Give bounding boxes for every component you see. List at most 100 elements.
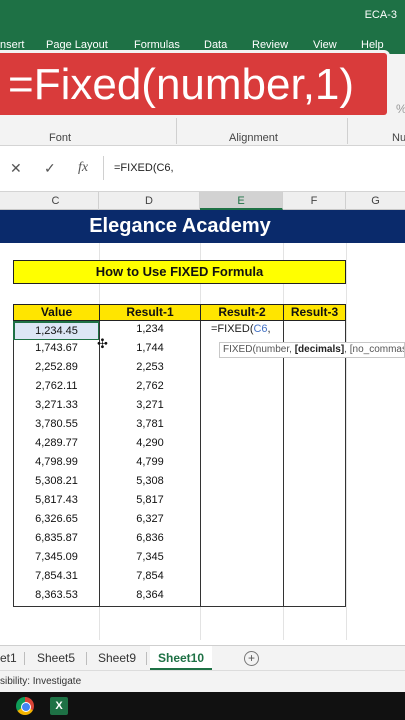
result-1-cell[interactable]: 2,253: [99, 359, 201, 379]
sheet-tab-sheet5[interactable]: Sheet5: [33, 646, 79, 670]
result-3-cell[interactable]: [283, 454, 346, 474]
result-2-cell[interactable]: [200, 435, 284, 455]
value-cell[interactable]: 1,743.67: [13, 340, 100, 360]
value-cell[interactable]: 2,252.89: [13, 359, 100, 379]
header-result-1[interactable]: Result-1: [99, 304, 201, 321]
result-2-cell[interactable]: [200, 473, 284, 493]
result-2-cell[interactable]: [200, 454, 284, 474]
result-3-cell[interactable]: [283, 530, 346, 550]
academy-title: Elegance Academy: [89, 215, 271, 237]
excel-window: ECA-3 nsert Page Layout Formulas Data Re…: [0, 0, 405, 720]
result-3-cell[interactable]: [283, 473, 346, 493]
result-3-cell[interactable]: [283, 378, 346, 398]
insert-function-icon[interactable]: fx: [78, 160, 88, 176]
result-1-cell[interactable]: 6,836: [99, 530, 201, 550]
result-2-cell[interactable]: [200, 568, 284, 588]
column-header-f[interactable]: F: [283, 192, 346, 210]
result-1-cell[interactable]: 7,854: [99, 568, 201, 588]
result-3-cell[interactable]: [283, 435, 346, 455]
result-1-cell[interactable]: 6,327: [99, 511, 201, 531]
column-header-d[interactable]: D: [99, 192, 200, 210]
result-1-cell[interactable]: 1,234: [99, 321, 201, 341]
result-2-cell[interactable]: [200, 530, 284, 550]
column-header-c[interactable]: C: [13, 192, 99, 210]
result-1-cell[interactable]: 2,762: [99, 378, 201, 398]
value-cell[interactable]: 5,308.21: [13, 473, 100, 493]
sheet-subtitle[interactable]: How to Use FIXED Formula: [13, 260, 346, 284]
value-cell[interactable]: 1,234.45: [13, 321, 100, 341]
result-1-cell[interactable]: 3,271: [99, 397, 201, 417]
accessibility-status[interactable]: sibility: Investigate: [0, 676, 81, 687]
result-3-cell[interactable]: [283, 397, 346, 417]
cancel-icon[interactable]: ✕: [10, 160, 22, 177]
sheet-tab-sheet9[interactable]: Sheet9: [94, 646, 140, 670]
value-cell[interactable]: 3,271.33: [13, 397, 100, 417]
value-cell[interactable]: 7,345.09: [13, 549, 100, 569]
value-cell[interactable]: 6,835.87: [13, 530, 100, 550]
result-3-cell[interactable]: [283, 416, 346, 436]
result-2-cell[interactable]: [200, 416, 284, 436]
result-2-cell[interactable]: [200, 378, 284, 398]
tooltip-current-arg: [decimals]: [294, 344, 345, 355]
result-2-cell[interactable]: [200, 359, 284, 379]
result-3-cell[interactable]: [283, 359, 346, 379]
enter-icon[interactable]: ✓: [44, 160, 56, 177]
value-cell[interactable]: 2,762.11: [13, 378, 100, 398]
value-cell[interactable]: 4,798.99: [13, 454, 100, 474]
result-3-cell[interactable]: [283, 511, 346, 531]
chrome-icon[interactable]: [16, 697, 34, 715]
result-2-cell[interactable]: [200, 587, 284, 607]
result-3-cell[interactable]: [283, 492, 346, 512]
sheet-tab-sheet10[interactable]: Sheet10: [150, 646, 212, 670]
result-2-cell[interactable]: [200, 492, 284, 512]
result-1-cell[interactable]: 4,799: [99, 454, 201, 474]
cursor-icon: ✣: [97, 336, 108, 351]
excel-icon[interactable]: X: [50, 697, 68, 715]
value-cell[interactable]: 3,780.55: [13, 416, 100, 436]
result-1-cell[interactable]: 7,345: [99, 549, 201, 569]
edit-prefix: =FIXED(: [211, 323, 254, 335]
taskbar: X: [0, 692, 405, 720]
title-bar: ECA-3: [0, 0, 405, 32]
value-cell[interactable]: 6,326.65: [13, 511, 100, 531]
value-cell[interactable]: 8,363.53: [13, 587, 100, 607]
tab-separator: [86, 652, 87, 665]
value-cell[interactable]: 7,854.31: [13, 568, 100, 588]
formula-input[interactable]: =FIXED(C6,: [114, 162, 174, 174]
status-bar: sibility: Investigate: [0, 670, 405, 692]
header-result-3[interactable]: Result-3: [283, 304, 346, 321]
result-1-cell[interactable]: 4,290: [99, 435, 201, 455]
tooltip-function: FIXED(number,: [223, 344, 295, 355]
tab-separator: [24, 652, 25, 665]
result-3-cell[interactable]: [283, 568, 346, 588]
academy-title-bar: Elegance Academy: [0, 210, 405, 243]
formula-banner: =Fixed(number,1): [0, 50, 390, 118]
result-2-cell[interactable]: [200, 549, 284, 569]
banner-text: =Fixed(number,1): [8, 60, 355, 109]
ribbon-group-number: Nu: [392, 132, 405, 144]
sheet-tab-bar: et1 Sheet5 Sheet9 Sheet10 +: [0, 645, 405, 670]
result-1-cell[interactable]: 3,781: [99, 416, 201, 436]
header-value[interactable]: Value: [13, 304, 100, 321]
value-cell[interactable]: 4,289.77: [13, 435, 100, 455]
column-header-e[interactable]: E: [200, 192, 283, 210]
edit-cell-ref: C6: [253, 323, 268, 335]
result-1-cell[interactable]: 5,817: [99, 492, 201, 512]
ribbon-separator: [176, 114, 177, 144]
result-2-cell[interactable]: [200, 511, 284, 531]
add-sheet-icon[interactable]: +: [244, 651, 259, 666]
formula-bar: ✕ ✓ fx =FIXED(C6,: [0, 146, 405, 192]
result-3-cell[interactable]: [283, 587, 346, 607]
result-1-cell[interactable]: 5,308: [99, 473, 201, 493]
result-2-cell[interactable]: [200, 397, 284, 417]
result-1-cell[interactable]: 1,744: [99, 340, 201, 360]
column-header-g[interactable]: G: [346, 192, 405, 210]
result-3-cell[interactable]: [283, 321, 346, 341]
result-3-cell[interactable]: [283, 549, 346, 569]
value-cell[interactable]: 5,817.43: [13, 492, 100, 512]
result-2-editing-cell[interactable]: =FIXED(C6,: [200, 321, 284, 341]
result-1-cell[interactable]: 8,364: [99, 587, 201, 607]
sheet-tab-sheet1[interactable]: et1: [0, 646, 21, 670]
header-result-2[interactable]: Result-2: [200, 304, 284, 321]
percent-icon[interactable]: %: [396, 102, 405, 116]
